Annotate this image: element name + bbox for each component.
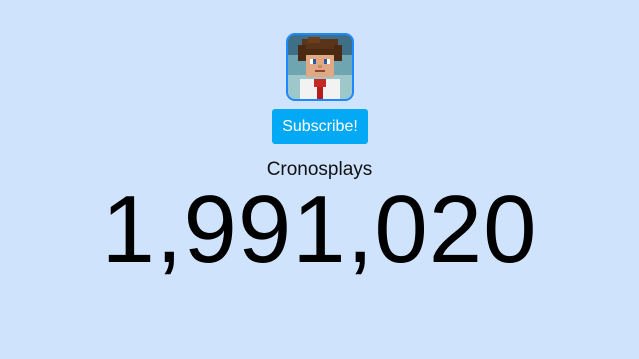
channel-avatar[interactable] bbox=[286, 33, 354, 101]
subscribe-button[interactable]: Subscribe! bbox=[272, 109, 368, 144]
subscriber-count: 1,991,020 bbox=[101, 176, 538, 283]
subscriber-counter-page: Subscribe! Cronosplays 1,991,020 bbox=[0, 0, 639, 359]
minecraft-skin-avatar-icon bbox=[288, 35, 352, 99]
